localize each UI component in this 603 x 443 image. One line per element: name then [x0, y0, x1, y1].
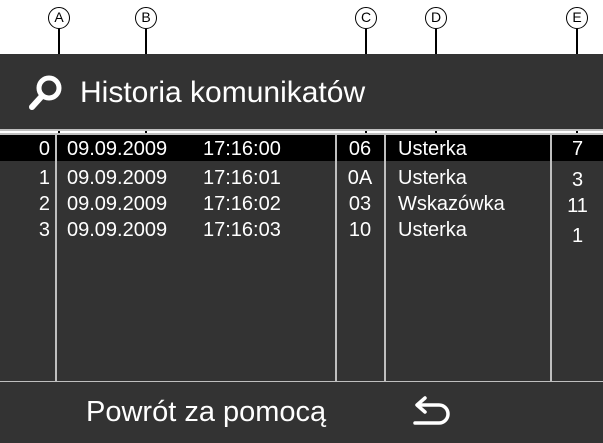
row-type[interactable]: Usterka — [398, 167, 467, 190]
row-time[interactable]: 17:16:02 — [203, 193, 281, 216]
row-index[interactable]: 1 — [30, 167, 50, 190]
row-date[interactable]: 09.09.2009 — [67, 138, 167, 161]
row-code[interactable]: 03 — [337, 193, 383, 216]
row-code[interactable]: 0A — [337, 167, 383, 190]
row-type[interactable]: Wskazówka — [398, 193, 505, 216]
callout-e: E — [566, 7, 588, 29]
row-time[interactable]: 17:16:01 — [203, 167, 281, 190]
callout-b: B — [135, 7, 157, 29]
row-count[interactable]: 1 — [552, 225, 603, 248]
row-count[interactable]: 3 — [552, 169, 603, 192]
row-time[interactable]: 17:16:00 — [203, 138, 281, 161]
row-code[interactable]: 06 — [337, 138, 383, 161]
row-code[interactable]: 10 — [337, 219, 383, 242]
wrench-icon — [29, 75, 62, 110]
callout-d: D — [425, 7, 447, 29]
row-index[interactable]: 3 — [30, 219, 50, 242]
footer-label: Powrót za pomocą — [86, 396, 327, 428]
row-time[interactable]: 17:16:03 — [203, 219, 281, 242]
row-index[interactable]: 2 — [30, 193, 50, 216]
callout-c: C — [355, 7, 377, 29]
row-date[interactable]: 09.09.2009 — [67, 193, 167, 216]
page-title: Historia komunikatów — [80, 76, 366, 109]
callout-a: A — [48, 7, 70, 29]
row-count[interactable]: 7 — [552, 138, 603, 161]
header-divider — [0, 129, 603, 131]
row-type[interactable]: Usterka — [398, 219, 467, 242]
row-date[interactable]: 09.09.2009 — [67, 219, 167, 242]
row-date[interactable]: 09.09.2009 — [67, 167, 167, 190]
row-type[interactable]: Usterka — [398, 138, 467, 161]
row-count[interactable]: 11 — [552, 195, 603, 218]
column-divider — [55, 135, 57, 382]
row-index[interactable]: 0 — [30, 138, 50, 161]
return-arrow-icon[interactable] — [405, 396, 455, 430]
column-divider — [384, 135, 386, 382]
